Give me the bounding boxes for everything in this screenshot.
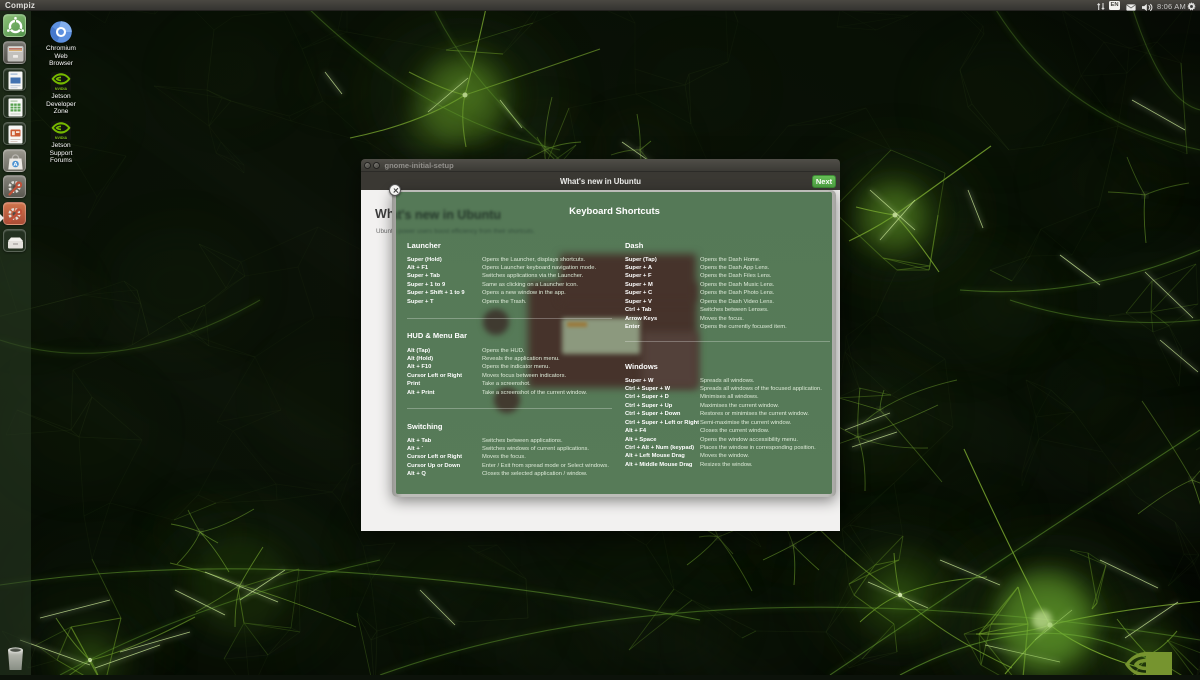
svg-text:NVIDIA: NVIDIA xyxy=(55,87,68,91)
svg-text:NVIDIA: NVIDIA xyxy=(55,136,68,140)
